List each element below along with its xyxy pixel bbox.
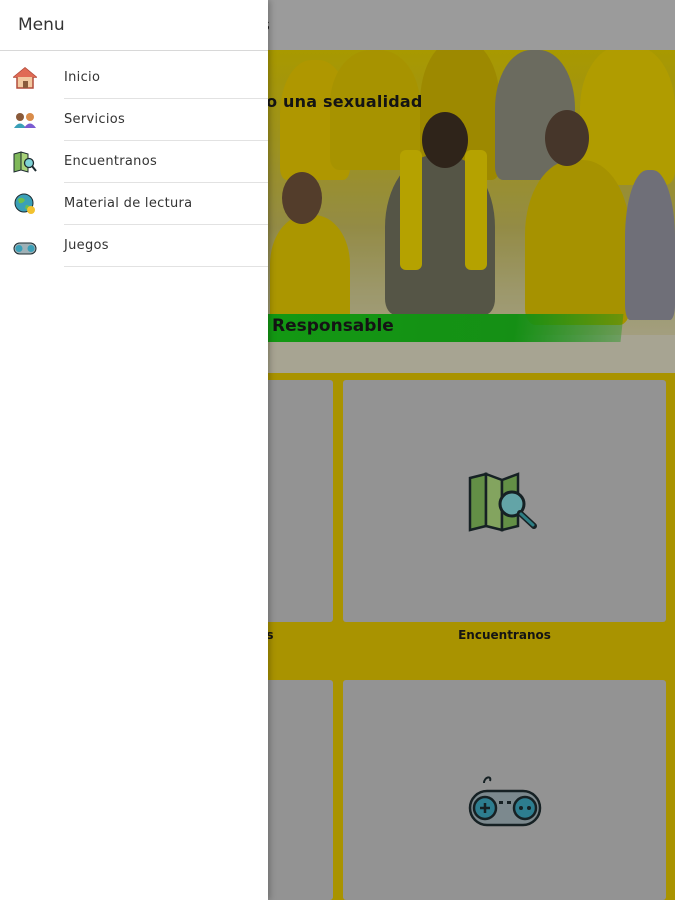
people-icon (14, 113, 36, 128)
map-icon (13, 151, 37, 173)
navigation-drawer: Menu Inicio Servicios Encuentranos Mater… (0, 0, 268, 900)
menu-item-inicio[interactable]: Inicio (0, 57, 268, 99)
menu-item-label: Juegos (64, 238, 109, 253)
menu-item-label: Inicio (64, 70, 101, 85)
menu-item-material-de-lectura[interactable]: Material de lectura (0, 183, 268, 225)
menu-item-label: Encuentranos (64, 154, 158, 169)
menu-item-encuentranos[interactable]: Encuentranos (0, 141, 268, 183)
drawer-header: Menu (0, 0, 268, 51)
gamepad-icon (13, 242, 37, 255)
home-icon (13, 67, 37, 89)
menu-item-label: Material de lectura (64, 196, 193, 211)
menu-divider (64, 266, 268, 267)
drawer-title: Menu (18, 15, 65, 35)
menu-item-label: Servicios (64, 112, 126, 127)
menu-item-juegos[interactable]: Juegos (0, 225, 268, 267)
globe-icon (14, 193, 35, 214)
menu-item-servicios[interactable]: Servicios (0, 99, 268, 141)
